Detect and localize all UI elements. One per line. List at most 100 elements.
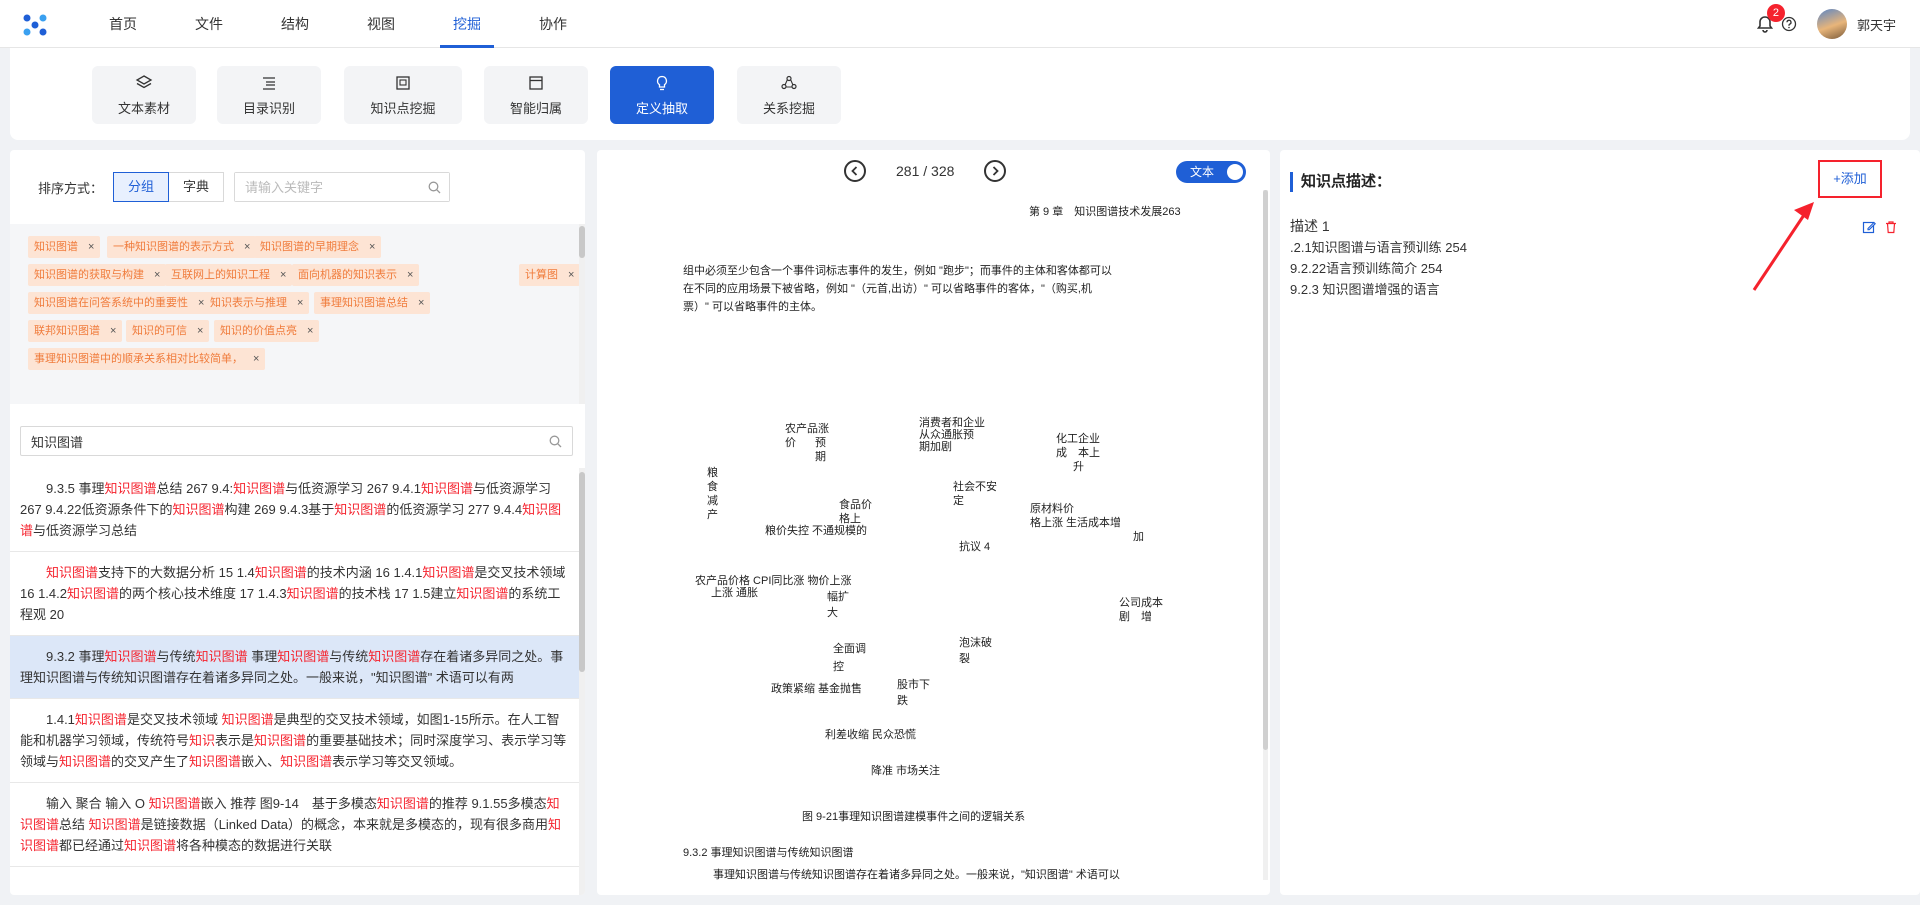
username[interactable]: 郭天宇 bbox=[1857, 15, 1896, 34]
result-search bbox=[20, 426, 573, 456]
pager: 281 / 328 bbox=[844, 160, 1007, 182]
tag-chip[interactable]: 知识图谱 × bbox=[28, 236, 101, 258]
tag-chip[interactable]: 知识图谱在问答系统中的重要性 × bbox=[28, 292, 211, 314]
nav-collaborate[interactable]: 协作 bbox=[510, 0, 596, 48]
tag-label: 面向机器的知识表示 bbox=[298, 269, 397, 281]
nav-mining[interactable]: 挖掘 bbox=[424, 0, 510, 48]
close-icon[interactable]: × bbox=[88, 241, 94, 253]
tool-label: 关系挖掘 bbox=[762, 101, 815, 116]
keyword-input[interactable] bbox=[235, 173, 450, 201]
figure-node: 格上涨 生活成本增 bbox=[1030, 517, 1122, 529]
search-icon[interactable] bbox=[428, 181, 441, 194]
tool-text-material[interactable]: 文本素材 bbox=[92, 66, 196, 124]
nav-view[interactable]: 视图 bbox=[338, 0, 424, 48]
layers-icon bbox=[135, 75, 153, 89]
sort-dictionary-button[interactable]: 字典 bbox=[169, 172, 225, 202]
notification-button[interactable]: 2 bbox=[1755, 4, 1785, 34]
close-icon[interactable]: × bbox=[253, 353, 259, 365]
tags-scrollbar[interactable] bbox=[579, 224, 585, 404]
close-icon[interactable]: × bbox=[244, 241, 250, 253]
add-description-button[interactable]: +添加 bbox=[1818, 160, 1882, 198]
main-nav: 首页 文件 结构 视图 挖掘 协作 bbox=[80, 0, 596, 48]
figure-node: 全面调 bbox=[833, 643, 866, 655]
page-indicator: 281 / 328 bbox=[896, 163, 955, 179]
tag-chip[interactable]: 知识图谱的获取与构建 × bbox=[28, 264, 167, 286]
tag-chip[interactable]: 知识表示与推理 × bbox=[204, 292, 310, 314]
tag-label: 知识图谱的获取与构建 bbox=[34, 269, 144, 281]
knowledge-description-panel: 知识点描述： +添加 描述 1 .2.1知识图谱与语言预训练 254 9.2.2… bbox=[1280, 150, 1920, 895]
tag-label: 知识的可信 bbox=[132, 325, 187, 337]
tag-chip[interactable]: 联邦知识图谱 × bbox=[28, 320, 123, 342]
nav-home[interactable]: 首页 bbox=[80, 0, 166, 48]
section-title: 9.3.2 事理知识图谱与传统知识图谱 bbox=[683, 847, 854, 859]
close-icon[interactable]: × bbox=[418, 297, 424, 309]
notification-badge: 2 bbox=[1766, 4, 1785, 22]
tool-label: 定义抽取 bbox=[635, 101, 688, 116]
app-logo-icon[interactable] bbox=[22, 13, 48, 37]
tool-label: 文本素材 bbox=[117, 101, 170, 116]
close-icon[interactable]: × bbox=[197, 325, 203, 337]
close-icon[interactable]: × bbox=[307, 325, 313, 337]
avatar[interactable] bbox=[1816, 9, 1847, 39]
sort-label: 排序方式： bbox=[38, 180, 104, 196]
figure-node: 幅扩 bbox=[827, 591, 849, 603]
figure-node: 股市下 bbox=[897, 679, 930, 691]
nav-structure[interactable]: 结构 bbox=[252, 0, 338, 48]
close-icon[interactable]: × bbox=[568, 269, 574, 281]
list-item[interactable]: 输入 聚合 输入 O 知识图谱嵌入 推荐 图9-14 基于多模态知识图谱的推荐 … bbox=[10, 783, 579, 867]
close-icon[interactable]: × bbox=[407, 269, 413, 281]
tool-relation-mining[interactable]: 关系挖掘 bbox=[737, 66, 841, 124]
sort-toggle: 分组 字典 bbox=[113, 172, 225, 202]
close-icon[interactable]: × bbox=[280, 269, 286, 281]
list-item[interactable]: 9.3.2 事理知识图谱与传统知识图谱 事理知识图谱与传统知识图谱存在着诸多异同… bbox=[10, 636, 579, 699]
figure-node: 预 bbox=[815, 437, 826, 449]
description-line: 9.2.3 知识图谱增强的语言 bbox=[1290, 282, 1440, 297]
list-item[interactable]: 知识图谱支持下的大数据分析 15 1.4知识图谱的技术内涵 16 1.4.1知识… bbox=[10, 552, 579, 636]
prev-page-button[interactable] bbox=[844, 160, 866, 182]
tag-chip[interactable]: 一种知识图谱的表示方式 × bbox=[107, 236, 257, 258]
result-search-input[interactable] bbox=[21, 427, 572, 455]
close-icon[interactable]: × bbox=[154, 269, 160, 281]
document-box-icon bbox=[396, 76, 410, 90]
figure-node: 食品价 bbox=[839, 499, 872, 511]
text-mode-toggle[interactable]: 文本 bbox=[1176, 161, 1246, 183]
list-item[interactable]: 1.4.1知识图谱是交叉技术领域 知识图谱是典型的交叉技术领域，如图1-15所示… bbox=[10, 699, 579, 783]
next-page-button[interactable] bbox=[984, 160, 1007, 182]
nav-file[interactable]: 文件 bbox=[166, 0, 252, 48]
figure-node: 定 bbox=[953, 495, 964, 507]
close-icon[interactable]: × bbox=[369, 241, 375, 253]
close-icon[interactable]: × bbox=[110, 325, 116, 337]
tag-chip[interactable]: 互联网上的知识工程 × bbox=[165, 264, 293, 286]
figure-node: 期加剧 bbox=[919, 441, 952, 453]
help-icon[interactable] bbox=[1781, 16, 1797, 32]
tool-definition-extraction[interactable]: 定义抽取 bbox=[610, 66, 714, 124]
paragraph-line: 在不同的应用场景下被省略，例如 "（元首,出访）" 可以省略事件的客体，"（购买… bbox=[683, 283, 1092, 295]
tag-chip[interactable]: 知识的价值点亮 × bbox=[214, 320, 320, 342]
window-icon bbox=[529, 76, 543, 90]
tool-toc-recognition[interactable]: 目录识别 bbox=[217, 66, 321, 124]
search-icon[interactable] bbox=[549, 435, 562, 448]
close-icon[interactable]: × bbox=[297, 297, 303, 309]
tag-chip[interactable]: 知识的可信 × bbox=[126, 320, 210, 342]
sort-group-button[interactable]: 分组 bbox=[113, 172, 170, 202]
trash-icon[interactable] bbox=[1884, 220, 1898, 234]
tool-knowledge-mining[interactable]: 知识点挖掘 bbox=[344, 66, 462, 124]
tag-chip[interactable]: 事理知识图谱中的顺承关系相对比较简单， × bbox=[28, 348, 266, 370]
tag-chip[interactable]: 面向机器的知识表示 × bbox=[292, 264, 420, 286]
toggle-label: 文本 bbox=[1190, 165, 1215, 179]
top-nav-bar: 首页 文件 结构 视图 挖掘 协作 2 郭天宇 bbox=[0, 0, 1920, 48]
tool-label: 知识点挖掘 bbox=[370, 101, 436, 116]
description-item: 描述 1 .2.1知识图谱与语言预训练 254 9.2.22语言预训练简介 25… bbox=[1290, 216, 1467, 300]
results-scrollbar[interactable] bbox=[579, 468, 585, 895]
tool-smart-attribution[interactable]: 智能归属 bbox=[484, 66, 588, 124]
edit-icon[interactable] bbox=[1862, 220, 1876, 234]
figure-node: 利差收缩 民众恐慌 bbox=[825, 729, 917, 741]
list-item[interactable]: 9.3.5 事理知识图谱总结 267 9.4:知识图谱与低资源学习 267 9.… bbox=[10, 468, 579, 552]
chevron-right-icon bbox=[993, 166, 1000, 176]
tag-chip[interactable]: 知识图谱的早期理念 × bbox=[254, 236, 382, 258]
figure-node: 社会不安 bbox=[953, 481, 997, 493]
tag-chip[interactable]: 计算图 × bbox=[519, 264, 581, 286]
toggle-knob bbox=[1227, 164, 1243, 180]
document-scrollbar[interactable] bbox=[1263, 190, 1268, 880]
tag-chip[interactable]: 事理知识图谱总结 × bbox=[314, 292, 431, 314]
